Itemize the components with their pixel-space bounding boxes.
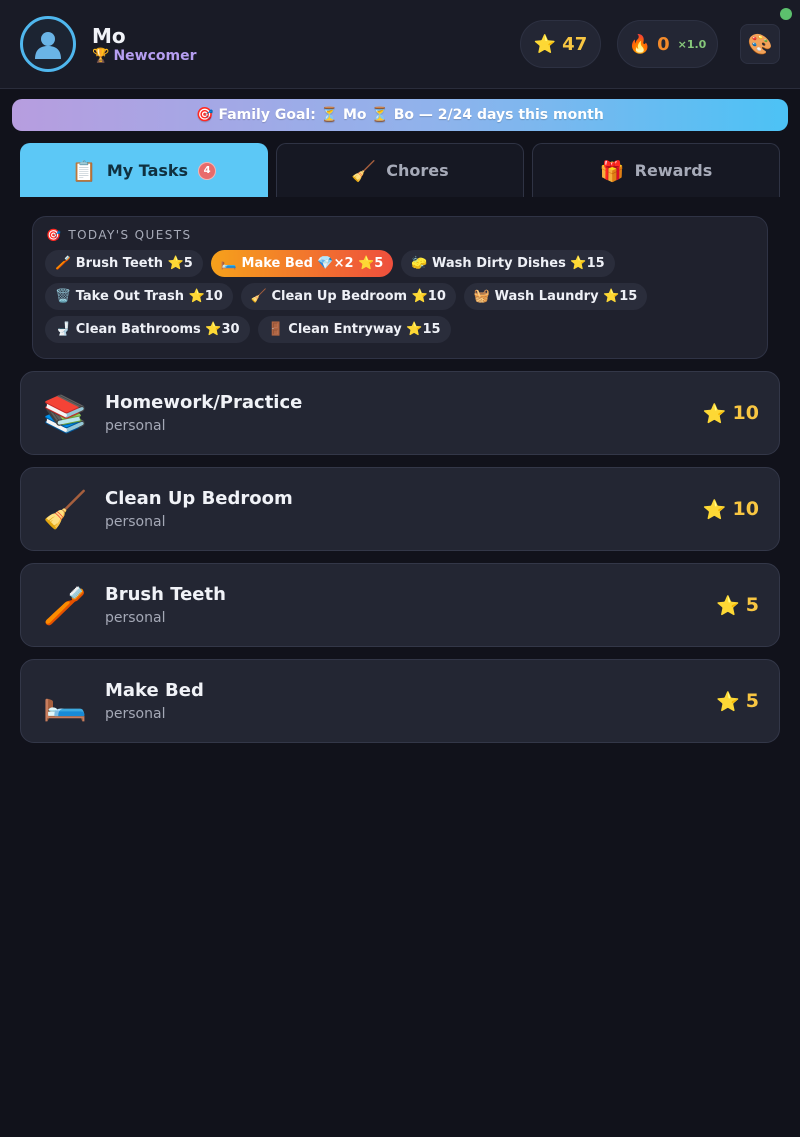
quest-chips: 🪥 Brush Teeth ⭐5 🛏️ Make Bed 💎×2 ⭐5 🧽 Wa…: [45, 250, 745, 343]
task-title: Brush Teeth: [105, 584, 226, 605]
quest-chip-clean-entryway[interactable]: 🚪 Clean Entryway ⭐15: [257, 316, 451, 343]
star-icon: ⭐: [702, 402, 727, 425]
task-category: personal: [105, 418, 166, 434]
quest-chip-take-out-trash[interactable]: 🗑️ Take Out Trash ⭐10: [45, 283, 233, 310]
task-title: Homework/Practice: [105, 392, 303, 413]
tab-rewards-label: Rewards: [634, 161, 713, 180]
task-category: personal: [105, 706, 166, 722]
task-points: ⭐ 10: [703, 496, 759, 522]
quest-chip-wash-laundry[interactable]: 🧺 Wash Laundry ⭐15: [463, 283, 648, 310]
tab-chores[interactable]: 🧹 Chores: [276, 143, 524, 197]
quests-title: 🎯 TODAY'S QUESTS: [46, 227, 755, 243]
task-points-value: 5: [745, 594, 759, 616]
task-points: ⭐ 5: [716, 592, 759, 618]
family-goal-banner: 🎯 Family Goal: ⏳ Mo ⏳ Bo — 2/24 days thi…: [12, 99, 788, 131]
user-rank: 🏆 Newcomer: [92, 48, 197, 64]
user-silhouette-icon: [35, 32, 61, 59]
task-card-homework[interactable]: 📚 Homework/Practice personal ⭐ 10: [20, 371, 780, 455]
user-rank-label: Newcomer: [113, 48, 197, 64]
quest-chip-clean-bathrooms[interactable]: 🚽 Clean Bathrooms ⭐30: [45, 316, 250, 343]
stars-value: 47: [562, 33, 588, 55]
gift-icon: 🎁: [599, 158, 625, 183]
task-title: Make Bed: [105, 680, 204, 701]
streak-value: 0: [657, 33, 670, 55]
stars-counter[interactable]: ⭐ 47: [520, 20, 601, 68]
app: Mo 🏆 Newcomer ⭐ 47 🔥 0 ×1.0 🎨 🎯 Family Go…: [0, 0, 800, 1137]
tab-my-tasks[interactable]: 📋 My Tasks 4: [20, 143, 268, 197]
star-icon: ⭐: [716, 594, 740, 617]
bed-icon: 🛏️: [42, 682, 88, 723]
fire-icon: 🔥: [628, 33, 652, 55]
task-points: ⭐ 10: [703, 400, 759, 426]
tab-my-tasks-badge: 4: [198, 161, 217, 180]
tab-my-tasks-label: My Tasks: [106, 161, 189, 180]
theme-button[interactable]: 🎨: [740, 24, 780, 64]
task-points-value: 5: [745, 690, 759, 712]
online-status-dot: [780, 8, 792, 20]
star-icon: ⭐: [716, 690, 740, 713]
tab-rewards[interactable]: 🎁 Rewards: [532, 143, 780, 197]
todays-quests-panel: 🎯 TODAY'S QUESTS 🪥 Brush Teeth ⭐5 🛏️ Mak…: [32, 216, 768, 359]
avatar[interactable]: [20, 16, 76, 72]
target-icon: 🎯: [46, 228, 63, 242]
streak-multiplier: ×1.0: [677, 37, 707, 51]
task-card-brush-teeth[interactable]: 🪥 Brush Teeth personal ⭐ 5: [20, 563, 780, 647]
task-points-value: 10: [732, 498, 759, 520]
quest-chip-brush-teeth[interactable]: 🪥 Brush Teeth ⭐5: [45, 250, 203, 277]
quest-chip-make-bed[interactable]: 🛏️ Make Bed 💎×2 ⭐5: [210, 250, 394, 277]
task-category: personal: [105, 610, 166, 626]
quests-title-label: TODAY'S QUESTS: [68, 228, 192, 242]
quest-chip-wash-dirty-dishes[interactable]: 🧽 Wash Dirty Dishes ⭐15: [401, 250, 615, 277]
palette-icon: 🎨: [747, 32, 773, 56]
star-icon: ⭐: [702, 498, 727, 521]
toothbrush-icon: 🪥: [42, 586, 88, 627]
task-category: personal: [105, 514, 166, 530]
broom-icon: 🧹: [351, 158, 377, 183]
trophy-icon: 🏆: [92, 48, 110, 64]
books-icon: 📚: [42, 394, 88, 435]
tab-chores-label: Chores: [386, 161, 449, 180]
streak-counter[interactable]: 🔥 0 ×1.0: [617, 20, 718, 68]
header: Mo 🏆 Newcomer ⭐ 47 🔥 0 ×1.0 🎨: [0, 0, 800, 89]
quest-chip-clean-up-bedroom[interactable]: 🧹 Clean Up Bedroom ⭐10: [240, 283, 456, 310]
star-icon: ⭐: [533, 33, 557, 55]
task-points: ⭐ 5: [716, 688, 759, 714]
task-card-make-bed[interactable]: 🛏️ Make Bed personal ⭐ 5: [20, 659, 780, 743]
task-title: Clean Up Bedroom: [105, 488, 293, 509]
task-card-clean-up-bedroom[interactable]: 🧹 Clean Up Bedroom personal ⭐ 10: [20, 467, 780, 551]
broom-icon: 🧹: [42, 490, 88, 531]
task-points-value: 10: [732, 402, 759, 424]
user-name: Mo: [92, 24, 126, 48]
clipboard-icon: 📋: [71, 158, 97, 183]
